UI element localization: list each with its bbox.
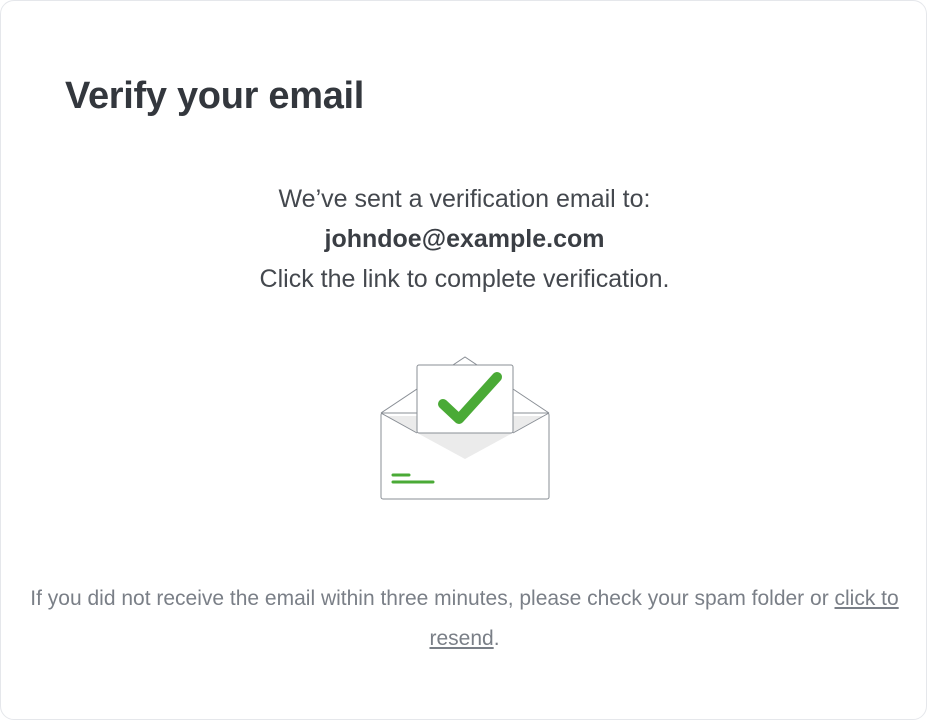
footer-period: . xyxy=(493,627,500,650)
recipient-email: johndoe@example.com xyxy=(324,225,605,253)
resend-instructions: If you did not receive the email within … xyxy=(1,579,927,659)
envelope-check-icon xyxy=(380,356,550,502)
page-title: Verify your email xyxy=(65,75,365,117)
message-line-instructions: Click the link to complete verification. xyxy=(259,265,670,293)
footer-text: If you did not receive the email within … xyxy=(30,587,835,610)
verification-message: We’ve sent a verification email to: john… xyxy=(1,179,927,299)
message-line-sent: We’ve sent a verification email to: xyxy=(278,185,651,213)
verify-email-card: Verify your email We’ve sent a verificat… xyxy=(0,0,927,720)
